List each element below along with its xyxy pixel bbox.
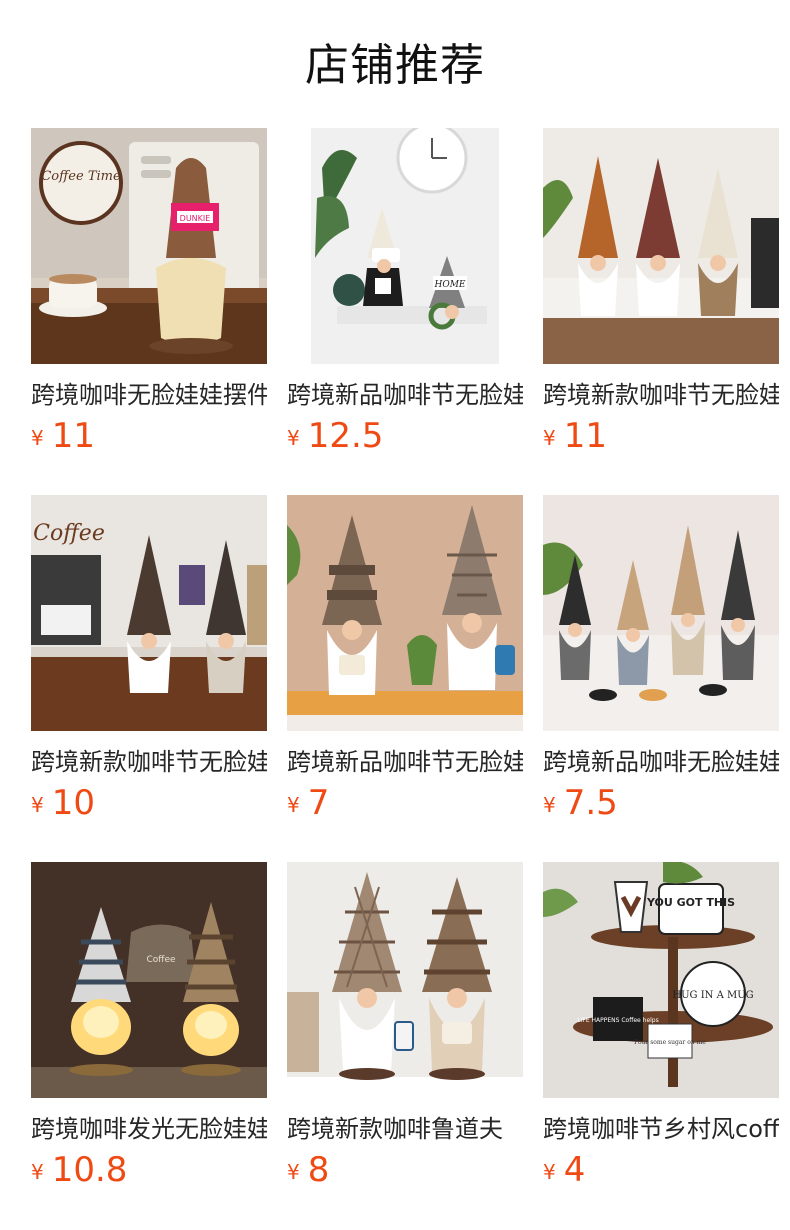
product-price: ¥8 bbox=[287, 1150, 329, 1190]
product-image[interactable] bbox=[543, 128, 779, 364]
currency-symbol: ¥ bbox=[287, 1160, 300, 1184]
product-name[interactable]: 跨境新品咖啡无脸娃娃 bbox=[543, 745, 779, 779]
product-name[interactable]: 跨境新品咖啡节无脸娃娃 bbox=[287, 378, 523, 412]
product-price: ¥11 bbox=[31, 416, 95, 456]
currency-symbol: ¥ bbox=[31, 793, 44, 817]
product-name[interactable]: 跨境咖啡无脸娃娃摆件 bbox=[31, 378, 267, 412]
price-value: 7.5 bbox=[563, 783, 618, 823]
product-price: ¥12.5 bbox=[287, 416, 383, 456]
product-card[interactable]: 跨境新款咖啡节无脸娃娃 ¥11 bbox=[543, 128, 779, 458]
svg-text:Coffee: Coffee bbox=[33, 521, 105, 546]
product-price: ¥10.8 bbox=[31, 1150, 127, 1190]
product-card[interactable]: Coffee 跨境新款咖啡节无脸娃娃 ¥10 bbox=[31, 495, 267, 825]
product-image[interactable]: HOME bbox=[287, 128, 523, 364]
product-price: ¥11 bbox=[543, 416, 607, 456]
product-card[interactable]: YOU GOT THIS HUG IN A MUG LIFE HAPPENS C… bbox=[543, 862, 779, 1192]
product-image[interactable] bbox=[543, 495, 779, 731]
price-value: 7 bbox=[307, 783, 330, 823]
product-card[interactable]: 跨境新款咖啡鲁道夫 ¥8 bbox=[287, 862, 523, 1192]
currency-symbol: ¥ bbox=[287, 793, 300, 817]
price-value: 10.8 bbox=[51, 1150, 128, 1190]
price-value: 4 bbox=[563, 1150, 586, 1190]
product-card[interactable]: 跨境新品咖啡无脸娃娃 ¥7.5 bbox=[543, 495, 779, 825]
product-price: ¥7.5 bbox=[543, 783, 618, 823]
product-image[interactable]: YOU GOT THIS HUG IN A MUG LIFE HAPPENS C… bbox=[543, 862, 779, 1098]
svg-text:Pour some sugar on me: Pour some sugar on me bbox=[634, 1039, 706, 1046]
currency-symbol: ¥ bbox=[287, 426, 300, 450]
price-value: 10 bbox=[51, 783, 95, 823]
price-value: 11 bbox=[563, 416, 607, 456]
product-image[interactable]: Coffee bbox=[31, 862, 267, 1098]
product-name[interactable]: 跨境新品咖啡节无脸娃娃 bbox=[287, 745, 523, 779]
product-image[interactable]: Coffee Time DUNKIE bbox=[31, 128, 267, 364]
price-value: 12.5 bbox=[307, 416, 384, 456]
product-card[interactable]: 跨境新品咖啡节无脸娃娃 ¥7 bbox=[287, 495, 523, 825]
product-name[interactable]: 跨境咖啡节乡村风coffee bbox=[543, 1112, 779, 1146]
product-name[interactable]: 跨境新款咖啡节无脸娃娃 bbox=[543, 378, 779, 412]
svg-text:DUNKIE: DUNKIE bbox=[180, 214, 211, 223]
coffee-time-sign: Coffee Time bbox=[41, 169, 121, 184]
svg-text:HOME: HOME bbox=[433, 280, 465, 290]
svg-text:HUG IN A MUG: HUG IN A MUG bbox=[672, 990, 753, 1001]
currency-symbol: ¥ bbox=[31, 1160, 44, 1184]
product-image[interactable] bbox=[287, 862, 523, 1098]
svg-text:Coffee: Coffee bbox=[146, 955, 176, 965]
currency-symbol: ¥ bbox=[543, 1160, 556, 1184]
currency-symbol: ¥ bbox=[543, 793, 556, 817]
product-price: ¥7 bbox=[287, 783, 329, 823]
product-image[interactable] bbox=[287, 495, 523, 731]
svg-text:YOU GOT THIS: YOU GOT THIS bbox=[646, 896, 735, 909]
product-name[interactable]: 跨境新款咖啡节无脸娃娃 bbox=[31, 745, 267, 779]
product-price: ¥10 bbox=[31, 783, 95, 823]
product-name[interactable]: 跨境新款咖啡鲁道夫 bbox=[287, 1112, 523, 1146]
price-value: 8 bbox=[307, 1150, 330, 1190]
product-card[interactable]: Coffee Time DUNKIE 跨境咖啡无脸娃娃摆件 ¥11 bbox=[31, 128, 267, 458]
product-name[interactable]: 跨境咖啡发光无脸娃娃 bbox=[31, 1112, 267, 1146]
product-price: ¥4 bbox=[543, 1150, 585, 1190]
currency-symbol: ¥ bbox=[543, 426, 556, 450]
page-title: 店铺推荐 bbox=[305, 40, 485, 91]
svg-text:LIFE HAPPENS Coffee helps: LIFE HAPPENS Coffee helps bbox=[577, 1017, 659, 1024]
product-image[interactable]: Coffee bbox=[31, 495, 267, 731]
product-card[interactable]: HOME 跨境新品咖啡节无脸娃娃 ¥12.5 bbox=[287, 128, 523, 458]
price-value: 11 bbox=[51, 416, 95, 456]
product-grid: Coffee Time DUNKIE 跨境咖啡无脸娃娃摆件 ¥11 HOME 跨… bbox=[31, 128, 790, 1208]
product-card[interactable]: Coffee 跨境咖啡发光无脸娃娃 ¥10.8 bbox=[31, 862, 267, 1192]
currency-symbol: ¥ bbox=[31, 426, 44, 450]
